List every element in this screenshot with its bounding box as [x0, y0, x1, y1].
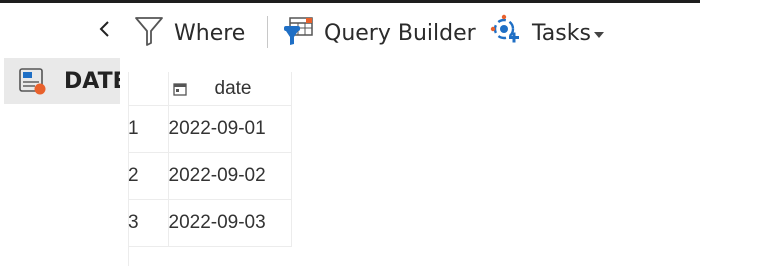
- date-cell[interactable]: 2022-09-03: [168, 199, 292, 247]
- where-label: Where: [174, 20, 246, 46]
- toolbar-divider: [267, 16, 268, 48]
- where-button[interactable]: Where: [134, 6, 245, 60]
- tasks-label: Tasks: [532, 20, 591, 46]
- column-header-date[interactable]: date: [168, 72, 292, 106]
- row-number: 1: [128, 105, 169, 153]
- query-builder-label: Query Builder: [324, 20, 476, 46]
- column-header-label: date: [214, 77, 252, 99]
- table-row[interactable]: 3 2022-09-03: [128, 199, 292, 247]
- toolbar: Where Query Builder Tasks: [0, 6, 758, 60]
- row-number: 2: [128, 152, 169, 200]
- calendar-icon: [172, 82, 187, 96]
- date-cell[interactable]: 2022-09-01: [168, 105, 292, 153]
- table-row[interactable]: 1 2022-09-01: [128, 105, 292, 153]
- table-tab[interactable]: DATE: [4, 58, 120, 104]
- collapse-panel-button[interactable]: [94, 4, 116, 58]
- query-builder-button[interactable]: Query Builder: [282, 6, 476, 60]
- chevron-left-icon: [98, 20, 112, 43]
- table-tab-label: DATE: [64, 68, 120, 94]
- tasks-dropdown-button[interactable]: Tasks: [490, 6, 604, 60]
- app-window: Where Query Builder Tasks DAT date 1 202…: [0, 0, 758, 266]
- window-top-border: [0, 0, 700, 3]
- grid-header-row: date: [128, 72, 292, 106]
- table-data-icon: [18, 66, 48, 96]
- data-grid: date 1 2022-09-01 2 2022-09-02 3 2022-09…: [128, 72, 292, 247]
- row-number: 3: [128, 199, 169, 247]
- tasks-icon: [490, 14, 524, 53]
- row-number-header[interactable]: [128, 72, 169, 106]
- table-row[interactable]: 2 2022-09-02: [128, 152, 292, 200]
- caret-down-icon: [593, 25, 604, 43]
- filter-icon: [134, 15, 164, 52]
- query-builder-icon: [282, 15, 314, 52]
- date-cell[interactable]: 2022-09-02: [168, 152, 292, 200]
